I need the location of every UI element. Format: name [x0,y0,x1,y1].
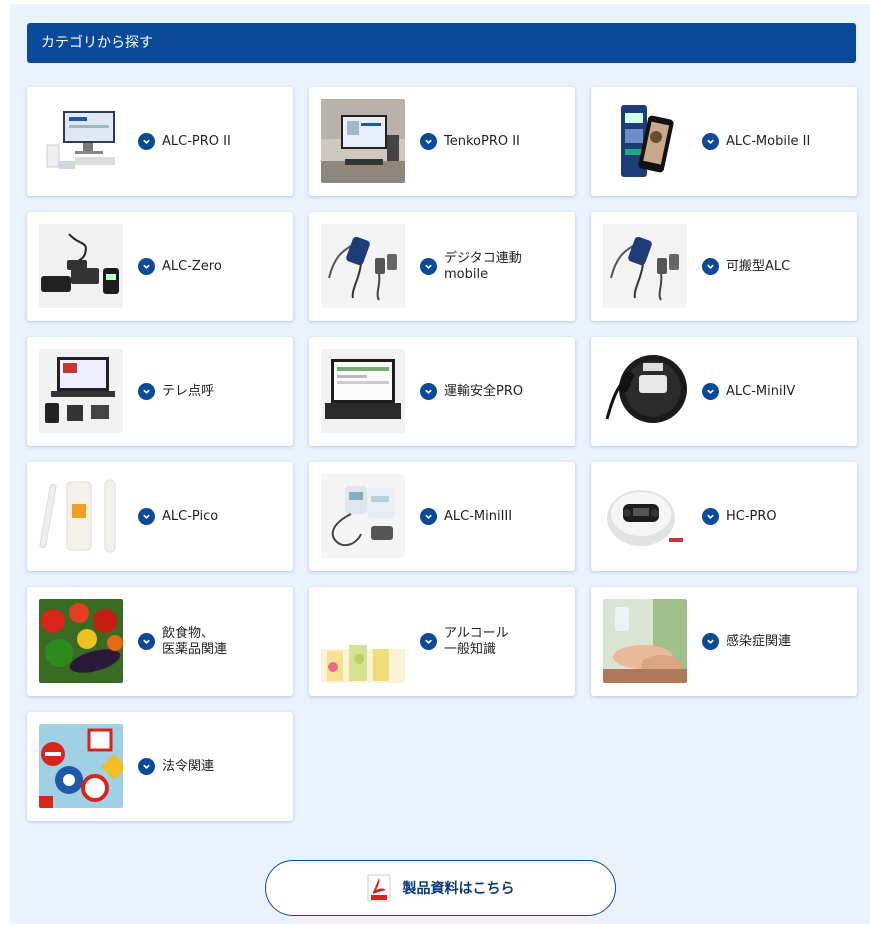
product-thumbnail [321,224,405,308]
chevron-down-icon [420,383,437,400]
category-label: 感染症関連 [726,633,792,649]
category-label: HC-PRO [726,508,777,524]
product-thumbnail [39,224,123,308]
product-thumbnail [321,99,405,183]
product-thumbnail [39,349,123,433]
chevron-down-icon [138,383,155,400]
category-label: テレ点呼 [162,383,215,399]
product-thumbnail [39,99,123,183]
category-card-food-medicine[interactable]: 飲食物、 医薬品関連 [27,587,293,696]
chevron-down-icon [420,258,437,275]
category-label: ALC-Mobile II [726,133,811,149]
chevron-down-icon [702,633,719,650]
chevron-down-icon [420,508,437,525]
category-card-tenkopro-2[interactable]: TenkoPRO II [309,87,575,196]
product-thumbnail [603,224,687,308]
product-documents-label: 製品資料はこちら [402,881,515,897]
category-card-alc-pico[interactable]: ALC-Pico [27,462,293,571]
category-card-unyu-anzen-pro[interactable]: 運輸安全PRO [309,337,575,446]
category-label: ALC-MiniIII [444,508,513,524]
product-documents-button[interactable]: 製品資料はこちら [265,860,616,916]
product-thumbnail [321,474,405,558]
category-card-alc-mobile-2[interactable]: ALC-Mobile II [591,87,857,196]
chevron-down-icon [702,383,719,400]
category-card-tele-tenko[interactable]: テレ点呼 [27,337,293,446]
category-label: 運輸安全PRO [444,383,524,399]
category-card-digitaco-mobile[interactable]: デジタコ連動 mobile [309,212,575,321]
category-label: ALC-Pico [162,508,219,524]
category-thumbnail [603,599,687,683]
category-grid: ALC-PRO II TenkoPRO II ALC-Mobile II ALC… [27,87,857,821]
product-thumbnail [603,474,687,558]
chevron-down-icon [138,133,155,150]
category-label: ALC-Zero [162,258,222,274]
chevron-down-icon [420,633,437,650]
category-card-alc-pro-2[interactable]: ALC-PRO II [27,87,293,196]
category-label: ALC-MiniIV [726,383,796,399]
pdf-icon [367,874,390,902]
category-card-laws[interactable]: 法令関連 [27,712,293,821]
category-panel: カテゴリから探す ALC-PRO II TenkoPRO II ALC-Mobi… [10,4,870,924]
category-thumbnail [39,599,123,683]
category-label: デジタコ連動 mobile [444,250,522,282]
product-thumbnail [321,349,405,433]
product-thumbnail [603,349,687,433]
section-header: カテゴリから探す [27,23,856,63]
category-label: 飲食物、 医薬品関連 [162,625,228,657]
category-card-hc-pro[interactable]: HC-PRO [591,462,857,571]
chevron-down-icon [138,758,155,775]
chevron-down-icon [702,133,719,150]
chevron-down-icon [138,508,155,525]
chevron-down-icon [702,258,719,275]
category-card-alc-zero[interactable]: ALC-Zero [27,212,293,321]
product-thumbnail [603,99,687,183]
product-thumbnail [39,474,123,558]
category-card-portable-alc[interactable]: 可搬型ALC [591,212,857,321]
chevron-down-icon [138,258,155,275]
category-thumbnail [39,724,123,808]
category-card-infection[interactable]: 感染症関連 [591,587,857,696]
chevron-down-icon [138,633,155,650]
category-card-alcohol-knowledge[interactable]: アルコール 一般知識 [309,587,575,696]
chevron-down-icon [702,508,719,525]
category-label: 法令関連 [162,758,215,774]
category-label: TenkoPRO II [444,133,520,149]
category-label: ALC-PRO II [162,133,231,149]
category-label: アルコール 一般知識 [444,625,509,657]
category-card-alc-mini-3[interactable]: ALC-MiniIII [309,462,575,571]
category-label: 可搬型ALC [726,258,791,274]
category-thumbnail [321,599,405,683]
category-card-alc-mini-4[interactable]: ALC-MiniIV [591,337,857,446]
chevron-down-icon [420,133,437,150]
